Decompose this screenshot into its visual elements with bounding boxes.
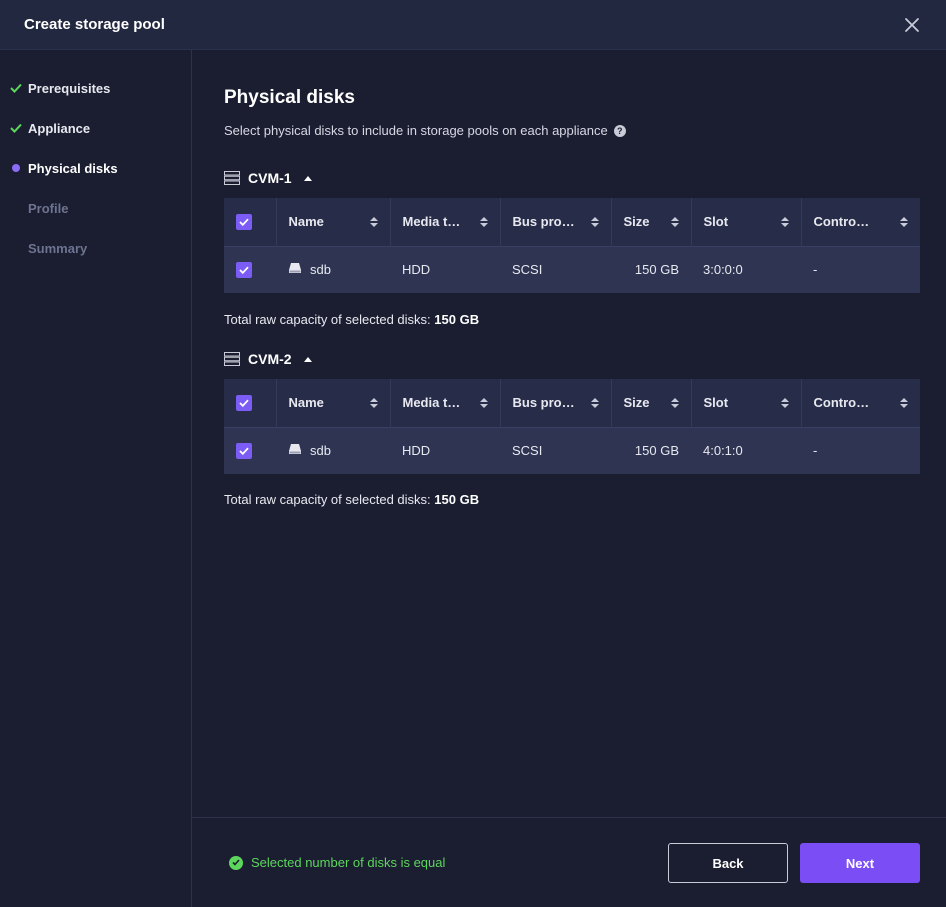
step-prerequisites[interactable]: Prerequisites <box>0 68 191 108</box>
step-label: Profile <box>28 200 69 216</box>
disk-table-cvm-2: Name Media t… Bus pro… Size Slot Contro… <box>224 379 920 474</box>
column-header-name[interactable]: Name <box>276 379 391 427</box>
disk-icon <box>288 443 302 458</box>
controller-cell: - <box>801 245 920 293</box>
column-header-bus-protocol[interactable]: Bus pro… <box>500 198 612 246</box>
select-all-cell <box>224 198 277 246</box>
sort-icon <box>900 397 908 408</box>
column-header-slot[interactable]: Slot <box>691 379 802 427</box>
sort-icon <box>670 397 679 408</box>
server-icon <box>224 171 240 185</box>
subtitle-text: Select physical disks to include in stor… <box>224 123 608 138</box>
check-icon <box>10 83 28 93</box>
row-checkbox[interactable] <box>236 261 252 278</box>
check-icon <box>10 123 28 133</box>
disk-name: sdb <box>310 262 331 278</box>
media-type-cell: HDD <box>390 426 500 474</box>
column-header-size[interactable]: Size <box>611 198 692 246</box>
sort-icon <box>590 397 599 408</box>
column-header-media-type[interactable]: Media t… <box>390 198 501 246</box>
wizard-steps: Prerequisites Appliance Physical disks P… <box>0 50 192 907</box>
capacity-value: 150 GB <box>434 492 480 507</box>
bus-protocol-cell: SCSI <box>500 245 611 293</box>
table-row[interactable]: sdb HDD SCSI 150 GB 4:0:1:0 - <box>224 426 920 474</box>
step-profile: Profile <box>0 188 191 228</box>
step-label: Prerequisites <box>28 80 111 96</box>
select-all-checkbox[interactable] <box>236 213 252 230</box>
size-cell: 150 GB <box>611 245 691 293</box>
disk-name: sdb <box>310 443 331 459</box>
sort-icon <box>479 397 488 408</box>
sort-icon <box>369 216 378 227</box>
dialog-title: Create storage pool <box>24 16 165 33</box>
column-header-controller[interactable]: Contro… <box>801 198 920 246</box>
step-label: Physical disks <box>28 160 118 176</box>
select-all-cell <box>224 379 277 427</box>
row-checkbox[interactable] <box>236 442 252 459</box>
size-cell: 150 GB <box>611 426 691 474</box>
sort-icon <box>900 216 908 227</box>
disk-icon <box>288 262 302 277</box>
close-icon[interactable] <box>900 13 924 37</box>
group-name: CVM-2 <box>248 351 292 367</box>
page-title: Physical disks <box>224 87 355 108</box>
column-header-name[interactable]: Name <box>276 198 391 246</box>
step-physical-disks[interactable]: Physical disks <box>0 148 191 188</box>
help-icon[interactable]: ? <box>613 124 626 137</box>
page-subtitle: Select physical disks to include in stor… <box>224 123 626 138</box>
sort-icon <box>590 216 599 227</box>
capacity-value: 150 GB <box>434 312 480 327</box>
sort-icon <box>780 397 789 408</box>
validation-status: Selected number of disks is equal <box>229 855 445 870</box>
sort-icon <box>780 216 789 227</box>
column-header-media-type[interactable]: Media t… <box>390 379 501 427</box>
step-appliance[interactable]: Appliance <box>0 108 191 148</box>
status-text: Selected number of disks is equal <box>251 855 446 870</box>
caret-up-icon <box>303 175 312 181</box>
step-summary: Summary <box>0 228 191 268</box>
capacity-summary-cvm-1: Total raw capacity of selected disks: 15… <box>224 312 480 327</box>
group-name: CVM-1 <box>248 170 292 186</box>
check-circle-icon <box>229 855 243 870</box>
dialog-footer: Selected number of disks is equal Back N… <box>192 817 946 907</box>
caret-up-icon <box>303 356 312 362</box>
sort-icon <box>670 216 679 227</box>
column-header-slot[interactable]: Slot <box>691 198 802 246</box>
group-header-cvm-2[interactable]: CVM-2 <box>224 351 312 367</box>
dialog-header: Create storage pool <box>0 0 946 50</box>
sort-icon <box>369 397 378 408</box>
select-all-checkbox[interactable] <box>236 394 252 411</box>
back-button[interactable]: Back <box>668 843 788 883</box>
slot-cell: 3:0:0:0 <box>691 245 801 293</box>
bus-protocol-cell: SCSI <box>500 426 611 474</box>
group-header-cvm-1[interactable]: CVM-1 <box>224 170 312 186</box>
media-type-cell: HDD <box>390 245 500 293</box>
sort-icon <box>479 216 488 227</box>
disk-table-cvm-1: Name Media t… Bus pro… Size Slot Contro… <box>224 198 920 293</box>
slot-cell: 4:0:1:0 <box>691 426 801 474</box>
capacity-summary-cvm-2: Total raw capacity of selected disks: 15… <box>224 492 480 507</box>
next-button[interactable]: Next <box>800 843 920 883</box>
table-row[interactable]: sdb HDD SCSI 150 GB 3:0:0:0 - <box>224 245 920 293</box>
step-label: Appliance <box>28 120 91 136</box>
column-header-bus-protocol[interactable]: Bus pro… <box>500 379 612 427</box>
column-header-size[interactable]: Size <box>611 379 692 427</box>
server-icon <box>224 352 240 366</box>
current-step-dot-icon <box>10 164 28 172</box>
column-header-controller[interactable]: Contro… <box>801 379 920 427</box>
step-label: Summary <box>28 240 88 256</box>
controller-cell: - <box>801 426 920 474</box>
